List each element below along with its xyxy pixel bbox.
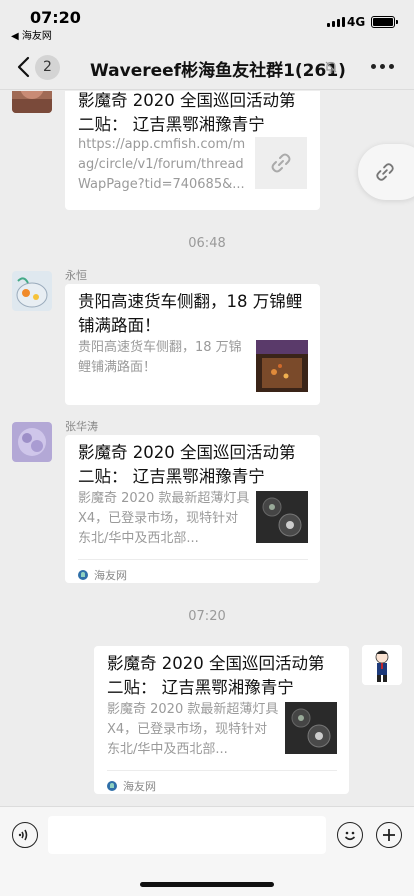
emoji-button[interactable]	[337, 822, 363, 848]
link-icon	[376, 163, 394, 181]
unread-count-badge[interactable]: 2	[35, 55, 60, 80]
chat-title: Wavereef彬海鱼友社群1(261)	[90, 61, 346, 81]
avatar[interactable]	[12, 91, 52, 113]
sender-name: 永恒	[65, 269, 87, 282]
card-title: 影魔奇 2020 全国巡回活动第二贴： 辽吉黑鄂湘豫青宁	[78, 443, 296, 486]
article-thumbnail	[256, 340, 308, 392]
sender-name: 张华涛	[65, 420, 98, 433]
battery-icon	[371, 16, 398, 28]
link-card[interactable]: 影魔奇 2020 全国巡回活动第二贴： 辽吉黑鄂湘豫青宁 https://app…	[65, 91, 320, 210]
more-options-button[interactable]	[371, 64, 394, 69]
smiley-icon	[344, 831, 356, 841]
network-type: 4G	[347, 15, 366, 29]
article-thumbnail	[285, 702, 337, 754]
link-card[interactable]: 贵阳高速货车侧翻，18 万锦鲤铺满路面！ 贵阳高速货车侧翻，18 万锦鲤铺满路面…	[65, 284, 320, 405]
timestamp: 07:20	[188, 609, 226, 624]
mute-bell-icon	[324, 59, 338, 78]
more-actions-button[interactable]	[376, 822, 402, 848]
source-logo-icon	[78, 570, 88, 580]
timestamp: 06:48	[188, 236, 226, 251]
avatar[interactable]	[12, 422, 52, 462]
floating-link-button[interactable]	[358, 144, 414, 200]
card-title: 影魔奇 2020 全国巡回活动第二贴： 辽吉黑鄂湘豫青宁	[107, 654, 325, 697]
my-avatar[interactable]	[362, 645, 402, 685]
back-to-app-link[interactable]: ◀ 海友网	[11, 27, 52, 42]
link-card[interactable]: 影魔奇 2020 全国巡回活动第二贴： 辽吉黑鄂湘豫青宁 影魔奇 2020 款最…	[65, 435, 320, 583]
card-title: 影魔奇 2020 全国巡回活动第二贴： 辽吉黑鄂湘豫青宁	[78, 91, 296, 134]
chat-header: 2 Wavereef彬海鱼友社群1(261)	[0, 44, 414, 90]
card-description: https://app.cmfish.com/mag/circle/v1/for…	[78, 137, 246, 192]
status-bar: 07:20 ◀ 海友网 4G	[0, 0, 414, 44]
source-logo-icon	[107, 781, 117, 791]
card-source: 海友网	[78, 559, 308, 583]
source-name: 海友网	[94, 569, 127, 582]
home-indicator[interactable]	[140, 882, 274, 887]
card-description: 影魔奇 2020 款最新超薄灯具 X4，已登录市场，现特针对东北/华中及西北部.…	[107, 702, 279, 757]
chevron-left-icon	[17, 56, 30, 78]
status-time: 07:20	[30, 8, 81, 27]
article-thumbnail	[256, 491, 308, 543]
message-input[interactable]	[48, 816, 326, 854]
plus-icon	[383, 829, 395, 841]
message-list[interactable]: 影魔奇 2020 全国巡回活动第二贴： 辽吉黑鄂湘豫青宁 https://app…	[0, 91, 414, 806]
voice-button[interactable]	[12, 822, 38, 848]
card-source: 海友网	[107, 770, 337, 794]
signal-icon	[327, 17, 345, 27]
source-name: 海友网	[123, 780, 156, 793]
avatar[interactable]	[12, 271, 52, 311]
back-button[interactable]	[14, 54, 34, 80]
voice-icon	[18, 829, 28, 841]
link-icon	[271, 153, 291, 173]
card-title: 贵阳高速货车侧翻，18 万锦鲤铺满路面！	[78, 292, 303, 335]
link-card[interactable]: 影魔奇 2020 全国巡回活动第二贴： 辽吉黑鄂湘豫青宁 影魔奇 2020 款最…	[94, 646, 349, 794]
link-thumbnail	[255, 137, 307, 189]
card-description: 贵阳高速货车侧翻，18 万锦鲤铺满路面！	[78, 340, 242, 375]
card-description: 影魔奇 2020 款最新超薄灯具 X4，已登录市场，现特针对东北/华中及西北部.…	[78, 491, 250, 546]
